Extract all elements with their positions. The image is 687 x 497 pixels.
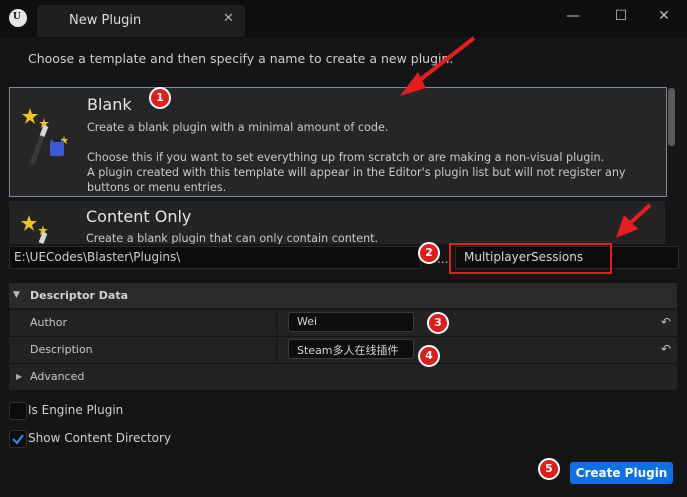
minimize-icon[interactable]: — [563, 8, 583, 24]
author-input[interactable]: Wei [288, 312, 414, 332]
column-divider[interactable] [276, 336, 277, 362]
magic-wand-icon [22, 108, 68, 165]
advanced-label: Advanced [30, 370, 85, 383]
engine-plugin-checkbox[interactable] [9, 402, 27, 420]
tab-close-icon[interactable]: ✕ [223, 11, 234, 26]
template-name: Blank [87, 95, 132, 114]
checkmark-icon [12, 434, 24, 445]
chevron-down-icon[interactable]: ▼ [13, 290, 20, 300]
maximize-icon[interactable]: ☐ [611, 8, 631, 24]
magic-wand-icon [21, 215, 48, 244]
unreal-logo-icon: U [9, 9, 27, 27]
descriptor-title: Descriptor Data [30, 289, 129, 302]
show-content-label: Show Content Directory [28, 431, 172, 445]
window-tab[interactable]: New Plugin ✕ [37, 5, 245, 37]
template-list-scrollbar[interactable] [668, 88, 675, 146]
create-plugin-button[interactable]: Create Plugin [570, 462, 673, 484]
template-list: Blank Create a blank plugin with a minim… [9, 87, 667, 244]
engine-plugin-label: Is Engine Plugin [28, 403, 124, 417]
annotation-badge: 1 [149, 87, 171, 109]
annotation-badge: 3 [427, 312, 449, 334]
window-title: New Plugin [69, 13, 142, 28]
annotation-badge: 4 [418, 345, 440, 367]
template-name: Content Only [86, 207, 192, 226]
template-description: Create a blank plugin with a minimal amo… [87, 121, 626, 194]
annotation-badge: 5 [538, 458, 560, 480]
advanced-row[interactable] [9, 363, 677, 390]
column-divider[interactable] [276, 309, 277, 335]
highlight-box [449, 243, 612, 274]
template-item-content-only[interactable]: Content Only Create a blank plugin that … [9, 201, 665, 244]
description-input[interactable]: Steam多人在线插件 [288, 339, 414, 359]
close-icon[interactable]: ✕ [654, 8, 674, 24]
description-label: Description [30, 343, 93, 356]
annotation-badge: 2 [418, 242, 440, 264]
author-label: Author [30, 316, 68, 329]
show-content-checkbox[interactable] [9, 430, 27, 448]
reset-icon[interactable]: ↶ [661, 315, 671, 329]
template-item-blank[interactable]: Blank Create a blank plugin with a minim… [9, 87, 667, 197]
plugin-path-field[interactable]: E:\UECodes\Blaster\Plugins\ [9, 246, 421, 269]
instructions-text: Choose a template and then specify a nam… [28, 51, 454, 66]
reset-icon[interactable]: ↶ [661, 342, 671, 356]
chevron-right-icon[interactable]: ▶ [16, 372, 22, 381]
